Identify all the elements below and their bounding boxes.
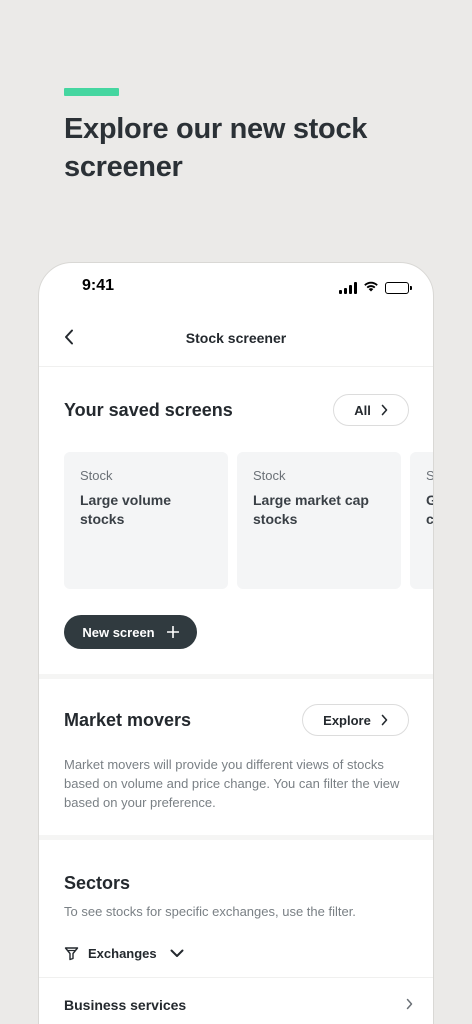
card-kicker: S	[426, 468, 434, 483]
new-screen-label: New screen	[82, 624, 155, 640]
plus-icon	[166, 626, 179, 638]
filter-icon	[64, 947, 79, 961]
signal-icon	[339, 282, 357, 294]
market-movers-description: Market movers will provide you different…	[64, 757, 400, 810]
section-divider	[39, 674, 433, 679]
sector-row-business-services[interactable]: Business services	[39, 977, 433, 1024]
chevron-right-icon	[406, 998, 413, 1010]
status-bar: 9:41	[39, 263, 433, 311]
exchanges-filter-label: Exchanges	[88, 946, 157, 961]
all-screens-label: All	[354, 402, 371, 418]
nav-title: Stock screener	[185, 330, 287, 346]
card-title: Large market cap stocks	[253, 492, 369, 527]
section-divider	[39, 835, 433, 840]
phone-frame: 9:41 Stock screener Your saved screens A…	[38, 262, 434, 1024]
sectors-title: Sectors	[64, 873, 131, 893]
status-time: 9:41	[82, 277, 115, 294]
explore-button[interactable]: Explore	[302, 704, 409, 736]
card-title: Large volume stocks	[80, 492, 172, 527]
chevron-down-icon	[170, 949, 184, 957]
card-kicker: Stock	[253, 468, 286, 483]
nav-bar: Stock screener	[39, 311, 433, 367]
new-screen-button[interactable]: New screen	[64, 615, 197, 649]
all-screens-button[interactable]: All	[333, 394, 409, 426]
explore-label: Explore	[323, 712, 371, 728]
saved-screen-card[interactable]: Stock Large market cap stocks	[237, 452, 401, 589]
saved-screens-title: Your saved screens	[64, 400, 233, 420]
battery-icon	[385, 282, 412, 294]
saved-screen-card[interactable]: Stock Large volume stocks	[64, 452, 228, 589]
market-movers-title: Market movers	[64, 710, 192, 730]
card-title: G c	[426, 492, 434, 527]
wifi-icon	[363, 279, 379, 297]
saved-screens-cards: Stock Large volume stocks Stock Large ma…	[64, 452, 434, 589]
accent-bar	[64, 88, 119, 96]
exchanges-filter[interactable]: Exchanges	[64, 946, 184, 961]
card-kicker: Stock	[80, 468, 113, 483]
chevron-right-icon	[381, 404, 388, 416]
status-icons	[339, 279, 412, 297]
promo-title: Explore our new stock screener	[64, 113, 368, 183]
chevron-right-icon	[381, 714, 388, 726]
sectors-description: To see stocks for specific exchanges, us…	[64, 904, 356, 919]
sector-row-label: Business services	[64, 997, 187, 1013]
saved-screen-card[interactable]: S G c	[410, 452, 434, 589]
